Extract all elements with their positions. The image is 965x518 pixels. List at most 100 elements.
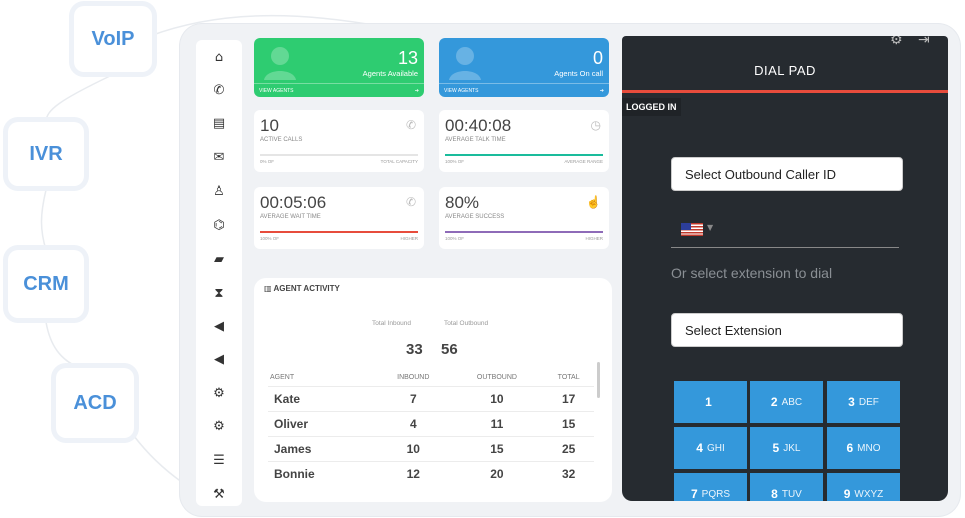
total-count: 25 xyxy=(543,435,594,461)
acd-tag: ACD xyxy=(56,368,134,438)
key-letters: DEF xyxy=(858,396,879,408)
home-icon[interactable]: ⌂ xyxy=(196,46,242,68)
inbound-count: 4 xyxy=(375,410,451,436)
list-icon[interactable]: ☰ xyxy=(196,449,242,471)
table-row[interactable]: James 10 15 25 xyxy=(268,435,594,461)
progress-bar xyxy=(260,154,418,156)
dial-key-2[interactable]: 2 ABC xyxy=(750,381,823,423)
ivr-tag-label: IVR xyxy=(29,142,63,165)
progress-fill xyxy=(445,231,603,233)
progress-bar xyxy=(445,154,603,156)
total-count: 15 xyxy=(543,410,594,436)
agent-activity-table: AGENT INBOUND OUTBOUND TOTAL Kate 7 10 1… xyxy=(268,370,594,486)
chat-icon[interactable]: ▤ xyxy=(196,112,242,134)
gear-icon[interactable]: ⚙ xyxy=(890,36,903,48)
hourglass-icon[interactable]: ⧗ xyxy=(196,282,242,304)
ivr-tag: IVR xyxy=(8,122,84,186)
dial-key-7[interactable]: 7 PQRS xyxy=(674,473,747,501)
wrench-icon[interactable]: ⚒ xyxy=(196,483,242,505)
active-calls-label: ACTIVE CALLS xyxy=(260,137,303,143)
phone-icon[interactable]: ✆ xyxy=(196,79,242,101)
agent-activity-title: ▥ AGENT ACTIVITY xyxy=(264,284,340,293)
key-number: 6 xyxy=(846,441,854,455)
caller-id-select[interactable]: Select Outbound Caller ID xyxy=(671,157,903,191)
scrollbar-thumb[interactable] xyxy=(597,362,600,398)
total-outbound-label: Total Outbound xyxy=(444,320,489,327)
stat-foot-left: 100% OF xyxy=(445,236,465,241)
total-outbound-value: 56 xyxy=(441,341,458,358)
column-header[interactable]: OUTBOUND xyxy=(451,370,544,386)
key-number: 2 xyxy=(770,395,778,409)
sidebar-nav: ⌂ ✆ ▤ ✉ ♙ ⌬ ▰ ⧗ ◀ ◀ ⚙ ⚙ ☰ ⚒ xyxy=(196,40,242,506)
dial-key-9[interactable]: 9 WXYZ xyxy=(827,473,900,501)
extension-select[interactable]: Select Extension xyxy=(671,313,903,347)
key-number: 3 xyxy=(848,395,855,409)
inbound-count: 7 xyxy=(375,385,451,411)
crm-tag: CRM xyxy=(8,250,84,318)
agents-on-call-value: 0 xyxy=(592,48,603,68)
column-header[interactable]: TOTAL xyxy=(543,370,594,386)
folder-icon[interactable]: ▰ xyxy=(196,248,242,270)
column-header[interactable]: INBOUND xyxy=(376,370,451,386)
agents-on-call-card[interactable]: 0 Agents On call VIEW AGENTS ➔ xyxy=(439,38,609,97)
dial-key-8[interactable]: 8 TUV xyxy=(750,473,823,501)
voip-tag-label: VoIP xyxy=(91,27,135,50)
phone-number-input[interactable]: ▼ xyxy=(671,218,899,248)
key-letters: MNO xyxy=(857,442,881,454)
key-letters: WXYZ xyxy=(854,488,884,500)
phone-icon: ✆ xyxy=(405,195,416,209)
avg-talk-time-value: 00:40:08 xyxy=(445,116,512,135)
agent-activity-panel: ▥ AGENT ACTIVITY Total Inbound Total Out… xyxy=(254,278,612,502)
dial-key-6[interactable]: 6 MNO xyxy=(827,427,900,469)
user-icon[interactable]: ♙ xyxy=(196,180,242,202)
agents-on-call-label: Agents On call xyxy=(554,69,603,78)
bar-chart-icon: ▥ xyxy=(264,284,272,293)
megaphone-icon[interactable]: ◀ xyxy=(196,315,242,337)
agents-available-value: 13 xyxy=(397,48,418,68)
total-inbound-value: 33 xyxy=(406,341,423,358)
key-number: 1 xyxy=(705,395,712,409)
stat-foot-left: 100% OF xyxy=(260,236,280,241)
key-letters: ABC xyxy=(781,396,803,408)
avg-success-card: 80% AVERAGE SUCCESS ☝ 100% OF HIGHER xyxy=(439,187,609,249)
dial-key-1[interactable]: 1 xyxy=(674,381,747,423)
avatar-icon xyxy=(264,47,296,80)
agent-activity-label: AGENT ACTIVITY xyxy=(273,284,340,293)
key-letters: GHI xyxy=(706,442,725,454)
outbound-count: 10 xyxy=(450,385,544,411)
agent-name: Kate xyxy=(268,385,376,411)
column-header[interactable]: AGENT xyxy=(268,370,376,386)
agent-name: James xyxy=(268,435,376,461)
outbound-count: 20 xyxy=(450,460,544,486)
tag-icon[interactable]: ⌬ xyxy=(196,214,242,236)
stat-foot-right: HIGHER xyxy=(585,236,603,241)
logout-icon[interactable]: ⇥ xyxy=(918,36,930,48)
or-select-extension-text: Or select extension to dial xyxy=(671,265,833,281)
total-count: 32 xyxy=(543,460,594,486)
key-letters: PQRS xyxy=(701,488,731,500)
stat-foot-left: 0% OF xyxy=(260,159,275,164)
table-row[interactable]: Kate 7 10 17 xyxy=(268,385,594,411)
dial-pad-title: DIAL PAD xyxy=(754,63,816,78)
us-flag-icon[interactable] xyxy=(681,223,703,236)
arrow-right-icon[interactable]: ➔ xyxy=(600,88,604,94)
agents-available-card[interactable]: 13 Agents Available VIEW AGENTS ➔ xyxy=(254,38,424,97)
megaphone-icon[interactable]: ◀ xyxy=(196,348,242,370)
view-agents-link[interactable]: VIEW AGENTS xyxy=(259,88,293,94)
dial-key-4[interactable]: 4 GHI xyxy=(674,427,747,469)
mail-icon[interactable]: ✉ xyxy=(196,146,242,168)
settings-icon[interactable]: ⚙ xyxy=(196,382,242,404)
dial-key-3[interactable]: 3 DEF xyxy=(827,381,900,423)
avg-wait-time-value: 00:05:06 xyxy=(260,193,327,212)
table-row[interactable]: Bonnie 12 20 32 xyxy=(268,460,594,486)
view-agents-link[interactable]: VIEW AGENTS xyxy=(444,88,478,94)
active-calls-value: 10 xyxy=(260,116,279,135)
progress-bar xyxy=(445,231,603,233)
acd-tag-label: ACD xyxy=(73,391,117,414)
settings-icon[interactable]: ⚙ xyxy=(196,415,242,437)
chevron-down-icon[interactable]: ▼ xyxy=(707,223,713,232)
voip-tag: VoIP xyxy=(74,6,152,72)
arrow-right-icon[interactable]: ➔ xyxy=(415,88,419,94)
table-row[interactable]: Oliver 4 11 15 xyxy=(268,410,594,436)
dial-key-5[interactable]: 5 JKL xyxy=(750,427,823,469)
